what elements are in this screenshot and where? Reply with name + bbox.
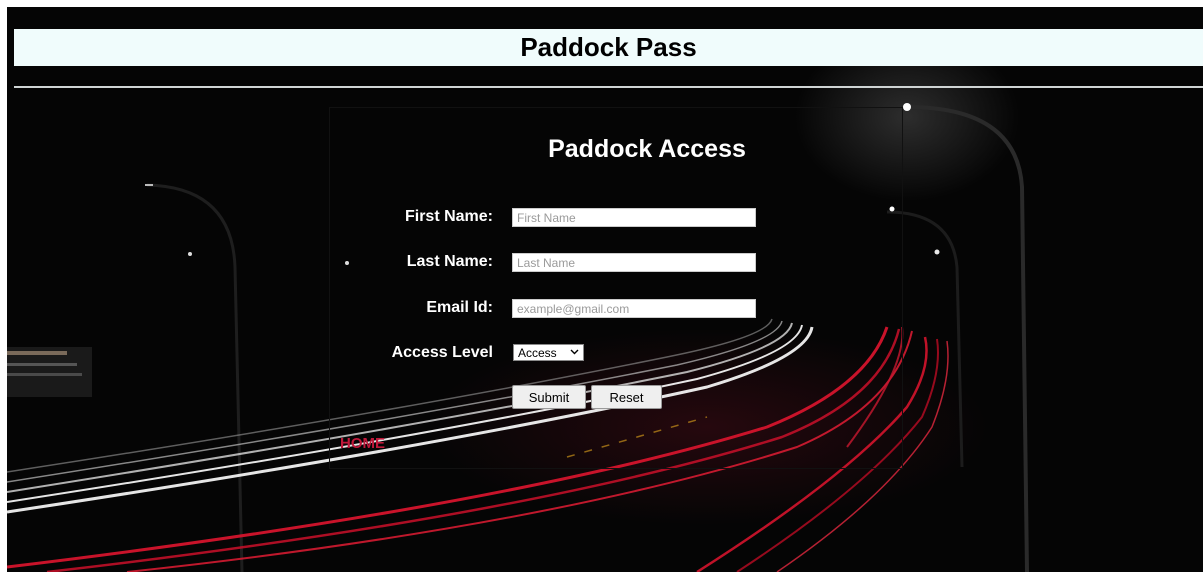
first-name-input[interactable] [512, 208, 756, 227]
email-label: Email Id: [426, 299, 493, 316]
access-level-label: Access Level [391, 344, 493, 361]
home-link[interactable]: HOME [340, 435, 385, 452]
reset-button[interactable]: Reset [591, 385, 662, 409]
first-name-label: First Name: [404, 208, 493, 225]
site-title: Paddock Pass [520, 32, 697, 62]
header-divider [14, 86, 1203, 88]
access-level-selected: Access [518, 345, 557, 360]
form-labels: First Name: Last Name: Email Id: Access … [293, 7, 493, 572]
site-header: Paddock Pass [14, 29, 1203, 66]
chevron-down-icon [570, 348, 579, 358]
page-background: Paddock Pass Paddock Access First Name: … [7, 7, 1203, 572]
submit-button[interactable]: Submit [512, 385, 586, 409]
last-name-input[interactable] [512, 253, 756, 272]
access-level-select[interactable]: Access [513, 344, 584, 361]
last-name-label: Last Name: [406, 253, 493, 270]
email-input[interactable] [512, 299, 756, 318]
